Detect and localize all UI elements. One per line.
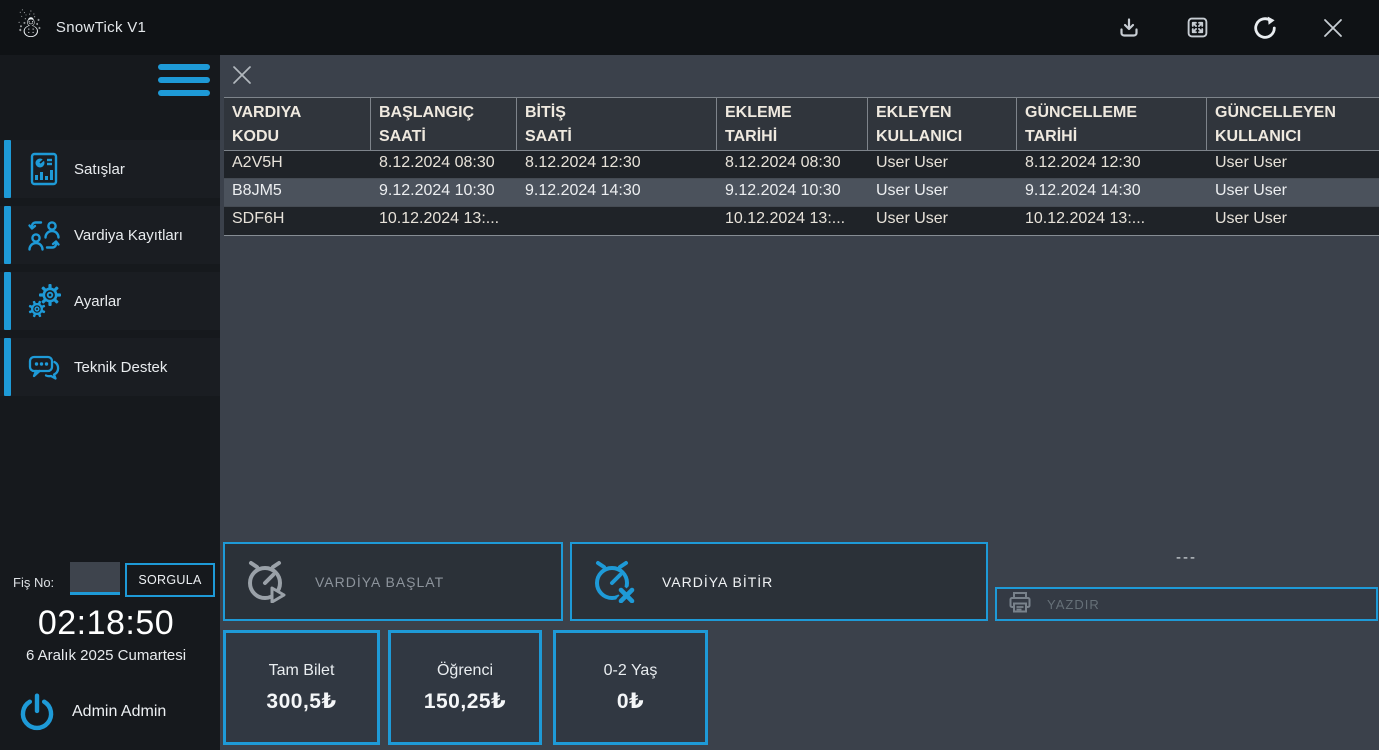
sidebar-item-ayarlar[interactable]: Ayarlar bbox=[0, 272, 220, 330]
nav-accent-bar bbox=[4, 272, 11, 330]
printer-icon bbox=[1007, 589, 1033, 620]
stopwatch-x-icon bbox=[588, 555, 636, 608]
table-cell: 9.12.2024 14:30 bbox=[517, 179, 717, 206]
sidebar-item-label: Satışlar bbox=[74, 161, 125, 178]
yazdir-button[interactable]: YAZDIR bbox=[995, 587, 1378, 621]
sidebar-item-teknik-destek[interactable]: Teknik Destek bbox=[0, 338, 220, 396]
clock: 02:18:50 bbox=[0, 604, 212, 643]
logged-in-user: Admin Admin bbox=[72, 703, 166, 721]
table-cell: 8.12.2024 12:30 bbox=[1017, 151, 1207, 178]
ticket-button-tam-bilet[interactable]: Tam Bilet 300,5₺ bbox=[223, 630, 380, 745]
fullscreen-icon[interactable] bbox=[1183, 14, 1211, 42]
table-cell: 10.12.2024 13:... bbox=[371, 207, 517, 235]
app-title: SnowTick V1 bbox=[56, 19, 146, 36]
table-cell: User User bbox=[1207, 207, 1379, 235]
ticket-button-0-2-yas[interactable]: 0-2 Yaş 0₺ bbox=[553, 630, 708, 745]
print-status-text: --- bbox=[995, 549, 1378, 566]
ticket-label: Öğrenci bbox=[437, 662, 493, 680]
main-panel: VARDIYAKODUBAŞLANGIÇSAATİBİTİŞSAATİEKLEM… bbox=[220, 55, 1379, 750]
nav-accent-bar bbox=[4, 338, 11, 396]
restart-icon[interactable] bbox=[1251, 14, 1279, 42]
table-row[interactable]: SDF6H10.12.2024 13:...10.12.2024 13:...U… bbox=[224, 207, 1379, 235]
table-cell: 9.12.2024 14:30 bbox=[1017, 179, 1207, 206]
table-cell: 9.12.2024 10:30 bbox=[717, 179, 868, 206]
shift-people-icon bbox=[26, 217, 62, 253]
snowman-logo-icon: ☃ bbox=[16, 13, 43, 43]
tray-download-icon[interactable] bbox=[1115, 14, 1143, 42]
column-header[interactable]: EKLEYENKULLANICI bbox=[868, 98, 1017, 150]
table-cell: B8JM5 bbox=[224, 179, 371, 206]
table-cell: User User bbox=[868, 207, 1017, 235]
ticket-price: 300,5₺ bbox=[266, 689, 336, 714]
table-row[interactable]: A2V5H8.12.2024 08:308.12.2024 12:308.12.… bbox=[224, 151, 1379, 179]
sidebar: Satışlar Vardiya Kayıtları bbox=[0, 55, 220, 750]
table-cell: A2V5H bbox=[224, 151, 371, 178]
vardiya-baslat-label: VARDİYA BAŞLAT bbox=[315, 574, 444, 590]
sidebar-item-label: Ayarlar bbox=[74, 293, 121, 310]
stopwatch-play-icon bbox=[241, 555, 289, 608]
table-cell bbox=[517, 207, 717, 235]
ticket-label: 0-2 Yaş bbox=[604, 662, 658, 680]
vardiya-bitir-button[interactable]: VARDİYA BİTİR bbox=[570, 542, 988, 621]
shift-table: VARDIYAKODUBAŞLANGIÇSAATİBİTİŞSAATİEKLEM… bbox=[224, 97, 1379, 236]
tab-close-icon[interactable] bbox=[228, 61, 258, 91]
column-header[interactable]: EKLEMETARİHİ bbox=[717, 98, 868, 150]
fis-no-input[interactable] bbox=[70, 562, 120, 595]
table-cell: 8.12.2024 12:30 bbox=[517, 151, 717, 178]
app-window: ☃ SnowTick V1 bbox=[0, 0, 1379, 750]
ticket-button-ogrenci[interactable]: Öğrenci 150,25₺ bbox=[388, 630, 542, 745]
table-cell: 8.12.2024 08:30 bbox=[717, 151, 868, 178]
ticket-price: 150,25₺ bbox=[424, 689, 506, 714]
table-row[interactable]: B8JM59.12.2024 10:309.12.2024 14:309.12.… bbox=[224, 179, 1379, 207]
table-cell: User User bbox=[868, 151, 1017, 178]
sales-report-icon bbox=[26, 151, 62, 187]
table-cell: User User bbox=[868, 179, 1017, 206]
column-header[interactable]: GÜNCELLEMETARİHİ bbox=[1017, 98, 1207, 150]
fis-no-label: Fiş No: bbox=[13, 575, 54, 590]
table-cell: SDF6H bbox=[224, 207, 371, 235]
table-cell: User User bbox=[1207, 179, 1379, 206]
close-icon[interactable] bbox=[1319, 14, 1347, 42]
table-cell: 9.12.2024 10:30 bbox=[371, 179, 517, 206]
column-header[interactable]: GÜNCELLEYENKULLANICI bbox=[1207, 98, 1379, 150]
ticket-label: Tam Bilet bbox=[269, 662, 335, 680]
table-cell: User User bbox=[1207, 151, 1379, 178]
sidebar-item-vardiya-kayitlari[interactable]: Vardiya Kayıtları bbox=[0, 206, 220, 264]
column-header[interactable]: BİTİŞSAATİ bbox=[517, 98, 717, 150]
date: 6 Aralık 2025 Cumartesi bbox=[0, 647, 212, 664]
table-cell: 10.12.2024 13:... bbox=[717, 207, 868, 235]
table-cell: 10.12.2024 13:... bbox=[1017, 207, 1207, 235]
power-icon[interactable] bbox=[16, 691, 58, 733]
support-chat-icon bbox=[26, 349, 62, 385]
vardiya-bitir-label: VARDİYA BİTİR bbox=[662, 574, 773, 590]
shift-table-body: A2V5H8.12.2024 08:308.12.2024 12:308.12.… bbox=[224, 151, 1379, 236]
nav-accent-bar bbox=[4, 140, 11, 198]
column-header[interactable]: VARDIYAKODU bbox=[224, 98, 371, 150]
sorgula-button[interactable]: SORGULA bbox=[125, 563, 215, 597]
sidebar-item-label: Teknik Destek bbox=[74, 359, 167, 376]
table-cell: 8.12.2024 08:30 bbox=[371, 151, 517, 178]
sidebar-item-satislar[interactable]: Satışlar bbox=[0, 140, 220, 198]
hamburger-icon[interactable] bbox=[158, 64, 210, 96]
column-header[interactable]: BAŞLANGIÇSAATİ bbox=[371, 98, 517, 150]
titlebar: ☃ SnowTick V1 bbox=[0, 0, 1379, 55]
vardiya-baslat-button[interactable]: VARDİYA BAŞLAT bbox=[223, 542, 563, 621]
shift-table-header: VARDIYAKODUBAŞLANGIÇSAATİBİTİŞSAATİEKLEM… bbox=[224, 97, 1379, 151]
titlebar-buttons bbox=[1115, 14, 1379, 42]
settings-gears-icon bbox=[26, 283, 62, 319]
yazdir-label: YAZDIR bbox=[1047, 597, 1100, 612]
ticket-price: 0₺ bbox=[617, 689, 644, 714]
sidebar-item-label: Vardiya Kayıtları bbox=[74, 227, 183, 244]
nav-accent-bar bbox=[4, 206, 11, 264]
